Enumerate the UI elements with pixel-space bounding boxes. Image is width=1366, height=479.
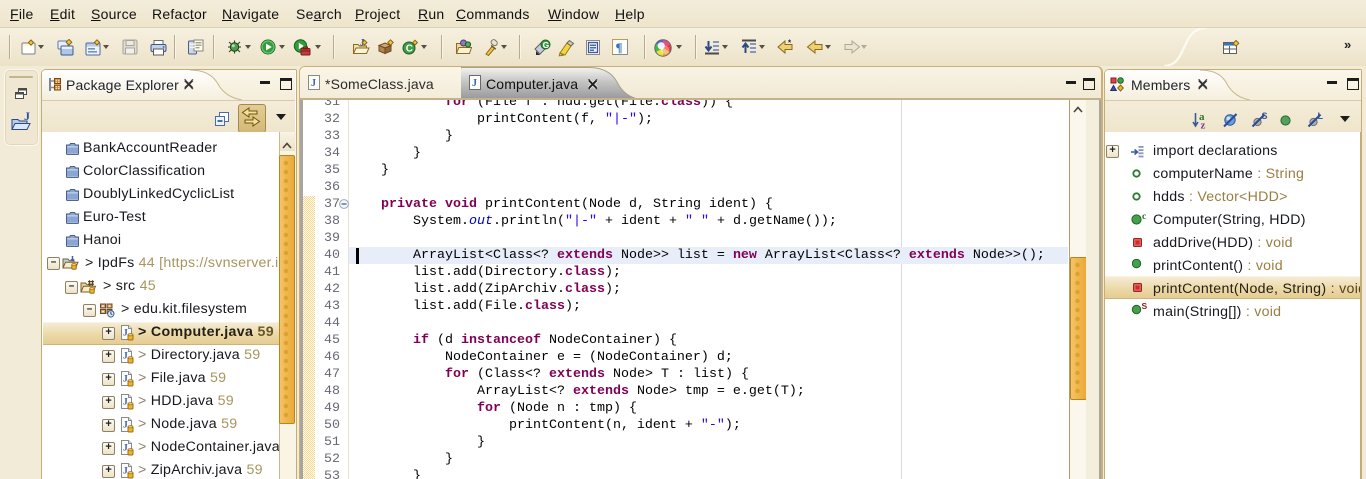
svg-text:z: z: [1201, 120, 1206, 131]
svg-text:c: c: [1142, 212, 1146, 222]
svg-text:J: J: [311, 78, 316, 89]
svg-text:S: S: [1142, 302, 1148, 311]
svg-text:¶: ¶: [616, 40, 623, 55]
svg-text:C: C: [406, 44, 413, 55]
svg-text:J: J: [24, 110, 30, 123]
svg-text:G: G: [543, 40, 550, 50]
svg-text:J: J: [472, 78, 477, 89]
